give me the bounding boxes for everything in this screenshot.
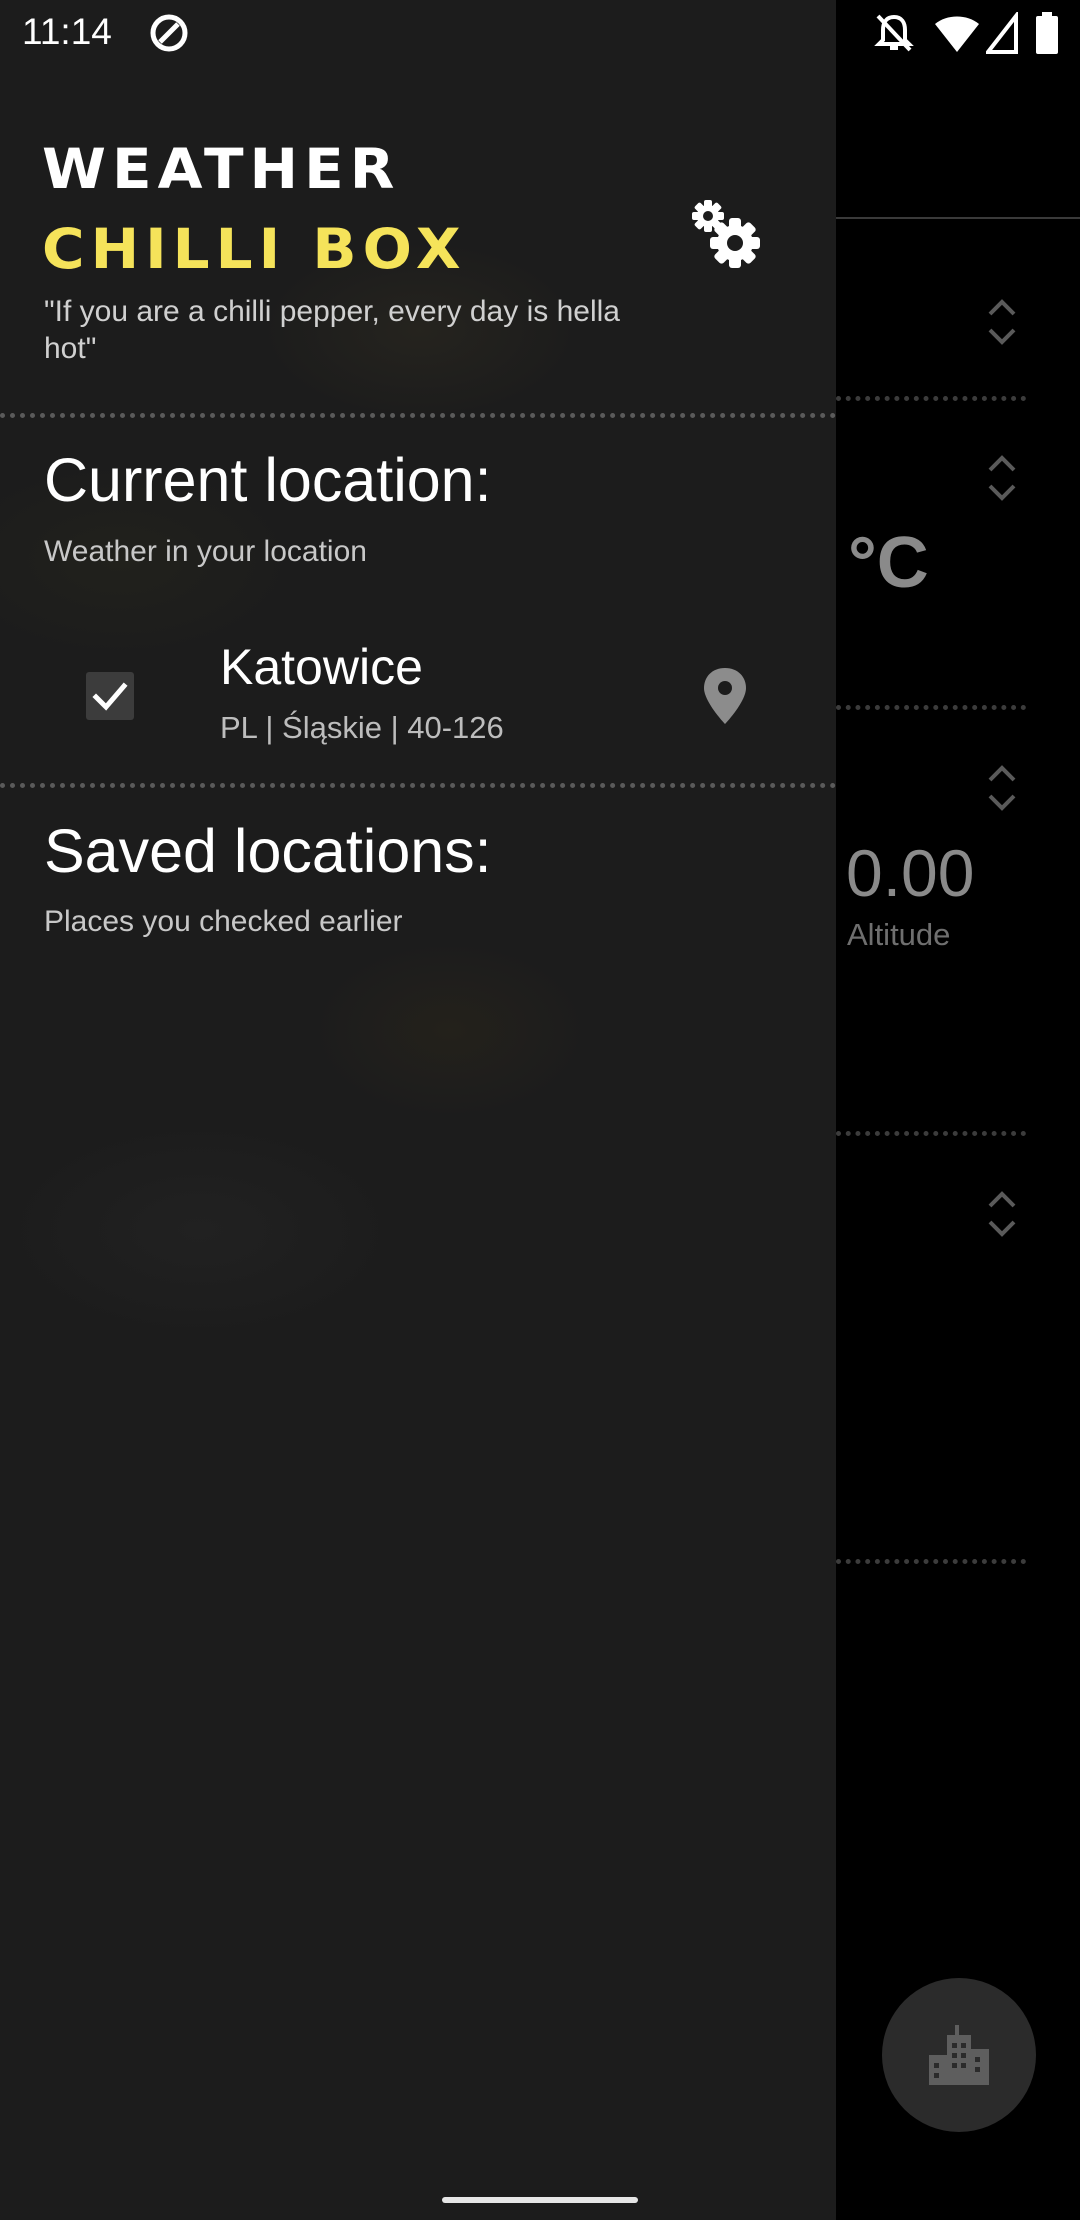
- wifi-icon: [935, 16, 979, 52]
- settings-button[interactable]: [688, 194, 768, 274]
- at-sign-icon: [150, 14, 188, 52]
- current-location-subtitle: Weather in your location: [44, 535, 367, 568]
- city-fab-button[interactable]: [882, 1978, 1036, 2132]
- current-location-title: Current location:: [44, 446, 492, 514]
- app-tagline: "If you are a chilli pepper, every day i…: [44, 295, 620, 365]
- current-location-item[interactable]: Katowice PL | Śląskie | 40-126: [0, 620, 836, 770]
- temperature-unit: °C: [848, 523, 929, 603]
- battery-icon: [1036, 12, 1058, 54]
- status-bar: 11:14: [0, 0, 1080, 66]
- section-divider: [836, 705, 1026, 710]
- app-title-line1: WEATHER: [42, 136, 401, 202]
- status-time: 11:14: [22, 11, 112, 52]
- drawer-divider: [0, 413, 836, 418]
- check-icon: [92, 682, 128, 711]
- location-checkbox[interactable]: [86, 672, 134, 720]
- expand-collapse-icon[interactable]: [982, 292, 1022, 352]
- saved-locations-subtitle: Places you checked earlier: [44, 905, 403, 938]
- section-divider: [836, 396, 1026, 401]
- location-city: Katowice: [220, 639, 423, 695]
- map-pin-icon[interactable]: [700, 666, 750, 726]
- expand-collapse-icon[interactable]: [982, 1184, 1022, 1244]
- location-details: PL | Śląskie | 40-126: [220, 710, 504, 745]
- bell-off-icon: [874, 14, 914, 52]
- drawer-divider: [0, 783, 836, 788]
- saved-locations-title: Saved locations:: [44, 817, 492, 885]
- altitude-value: 0.00: [846, 836, 975, 910]
- gesture-nav-handle[interactable]: [442, 2197, 638, 2203]
- section-divider: [836, 1131, 1026, 1136]
- section-divider: [836, 1559, 1026, 1564]
- city-buildings-icon: [929, 2025, 989, 2085]
- altitude-label: Altitude: [847, 917, 951, 952]
- app-title-line2: CHILLI BOX: [42, 216, 467, 282]
- gears-icon: [692, 200, 760, 268]
- toolbar-divider: [836, 217, 1080, 219]
- navigation-drawer: WEATHER CHILLI BOX "If you are a chilli …: [0, 0, 836, 2220]
- expand-collapse-icon[interactable]: [982, 448, 1022, 508]
- expand-collapse-icon[interactable]: [982, 758, 1022, 818]
- signal-icon: [986, 12, 1018, 54]
